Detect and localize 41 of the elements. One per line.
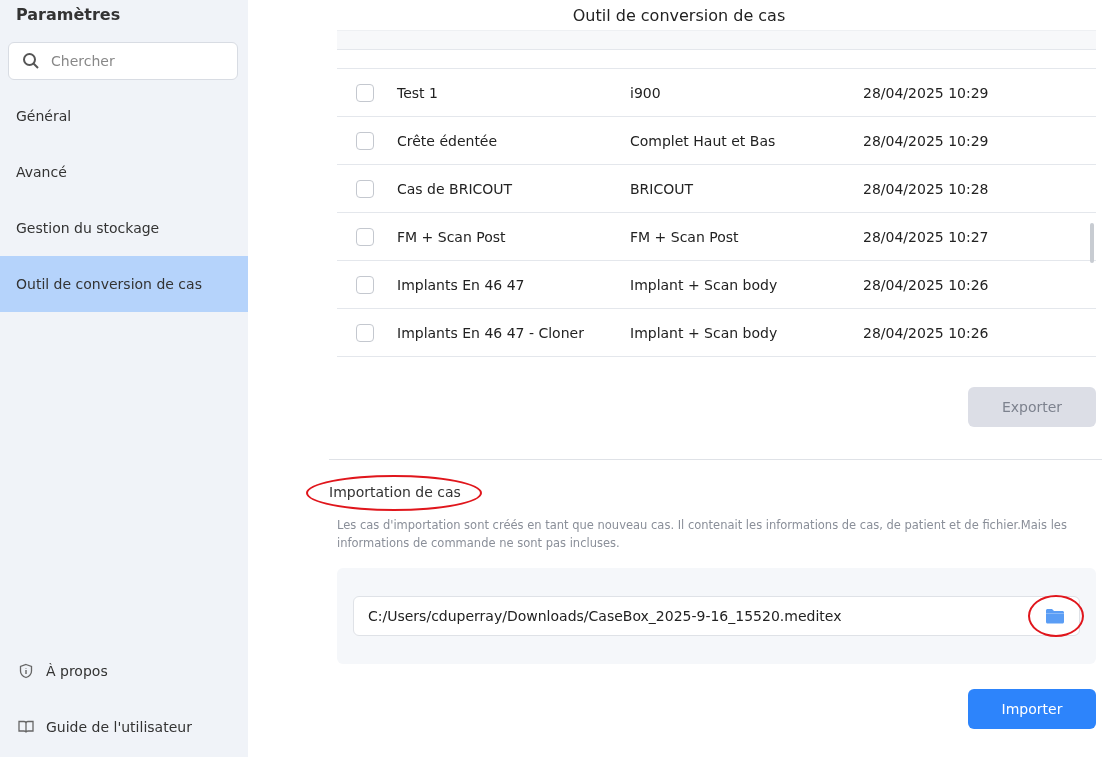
table-cell-text: Implant + Scan body — [630, 276, 779, 293]
section-title: Importation de cas — [329, 484, 461, 500]
folder-icon[interactable] — [1045, 608, 1065, 624]
table-cell-text: Complet Haut et Bas — [630, 132, 777, 149]
book-icon — [18, 720, 34, 734]
table-cell-text: Implant + Scan body — [630, 324, 779, 341]
sidebar-item[interactable]: Général — [0, 88, 248, 144]
table-cell-text: 28/04/2025 10:29 — [863, 132, 990, 149]
shield-info-icon — [18, 663, 34, 679]
page-title: Outil de conversion de cas — [571, 4, 787, 27]
table-cell-text: 28/04/2025 10:27 — [863, 228, 990, 245]
table-cell-text: 28/04/2025 10:29 — [863, 84, 990, 101]
row-checkbox[interactable] — [356, 323, 374, 342]
table-cell-text: Crête édentée — [397, 132, 499, 149]
table-cell-text: Implants En 46 47 — [397, 276, 526, 293]
table-cell-text: i900 — [630, 84, 662, 101]
import-button[interactable]: Importer — [968, 689, 1096, 729]
table-cell-text: Implants En 46 47 - Cloner — [397, 324, 585, 341]
table-cell-text: FM + Scan Post — [397, 228, 507, 245]
table-cell-text: FM + Scan Post — [630, 228, 740, 245]
search-field[interactable]: Chercher — [8, 42, 238, 80]
search-icon — [22, 52, 40, 70]
table-cell-text: Cas de BRICOUT — [397, 180, 514, 197]
scrollbar-thumb[interactable] — [1090, 223, 1094, 263]
table-cell-text: BRICOUT — [630, 180, 695, 197]
section-description: Les cas d'importation sont créés en tant que nouveau cas. Il contenait les informations de cas, de patient et de fichier.Mais les informations de commande ne sont pas incluses. — [337, 517, 1068, 552]
row-checkbox[interactable] — [356, 227, 374, 246]
sidebar-item[interactable]: Outil de conversion de cas — [0, 256, 248, 312]
table-cell-text: 28/04/2025 10:26 — [863, 324, 990, 341]
row-checkbox[interactable] — [356, 179, 374, 198]
row-checkbox[interactable] — [356, 83, 374, 102]
table-cell-text: 28/04/2025 10:28 — [863, 180, 990, 197]
row-checkbox[interactable] — [356, 131, 374, 150]
sidebar-link[interactable]: À propos — [46, 663, 108, 679]
sidebar-title: Paramètres — [15, 4, 122, 26]
sidebar-link[interactable]: Guide de l'utilisateur — [46, 719, 192, 735]
sidebar-item[interactable]: Avancé — [0, 144, 248, 200]
sidebar-item[interactable]: Gestion du stockage — [0, 200, 248, 256]
table-cell-text: 28/04/2025 10:26 — [863, 276, 990, 293]
table-cell-text: Test 1 — [397, 84, 439, 101]
row-checkbox[interactable] — [356, 275, 374, 294]
